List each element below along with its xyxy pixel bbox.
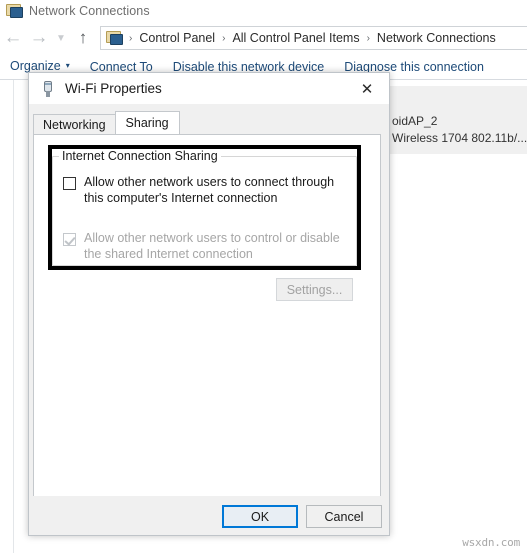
forward-button[interactable]: →: [26, 24, 52, 52]
organize-label: Organize: [10, 58, 61, 73]
internet-connection-sharing-group: Internet Connection Sharing Allow other …: [52, 149, 357, 266]
list-item[interactable]: oidAP_2 Wireless 1704 802.11b/...: [384, 86, 527, 154]
allow-control-checkbox-row: Allow other network users to control or …: [63, 231, 348, 262]
breadcrumb-control-panel[interactable]: Control Panel: [137, 31, 217, 45]
watermark: wsxdn.com: [462, 536, 520, 549]
dialog-title: Wi-Fi Properties: [65, 81, 162, 96]
close-icon[interactable]: ✕: [345, 73, 389, 104]
up-button[interactable]: ↑: [70, 24, 96, 52]
tab-sharing[interactable]: Sharing: [114, 111, 180, 134]
group-legend: Internet Connection Sharing: [59, 149, 221, 163]
connection-adapter: Wireless 1704 802.11b/...: [392, 131, 527, 145]
wifi-properties-dialog: Wi-Fi Properties ✕ Networking Sharing In…: [28, 72, 390, 536]
window-title: Network Connections: [29, 4, 150, 18]
breadcrumb-network-connections[interactable]: Network Connections: [375, 31, 498, 45]
breadcrumb-separator: ›: [366, 32, 370, 44]
breadcrumb-separator: ›: [129, 32, 133, 44]
network-adapter-icon: [40, 80, 56, 98]
navigation-bar: ← → ▼ ↑ › Control Panel › All Control Pa…: [0, 22, 527, 54]
chevron-down-icon: ▾: [65, 60, 70, 70]
dialog-titlebar: Wi-Fi Properties ✕: [29, 73, 389, 104]
allow-control-label: Allow other network users to control or …: [84, 231, 340, 261]
tab-networking[interactable]: Networking: [33, 114, 116, 134]
screen: Network Connections ← → ▼ ↑ › Control Pa…: [0, 0, 527, 553]
connection-icon: [392, 89, 527, 113]
cancel-button[interactable]: Cancel: [306, 505, 382, 528]
tabstrip: Networking Sharing: [33, 111, 180, 134]
breadcrumb-separator: ›: [222, 32, 226, 44]
recent-locations-button[interactable]: ▼: [52, 24, 70, 52]
dialog-footer: OK Cancel: [29, 496, 389, 535]
allow-connect-checkbox[interactable]: [63, 177, 76, 190]
ok-button[interactable]: OK: [222, 505, 298, 528]
tab-page-sharing: Internet Connection Sharing Allow other …: [33, 134, 381, 506]
allow-control-checkbox: [63, 233, 76, 246]
window-titlebar: Network Connections: [0, 0, 527, 22]
allow-connect-checkbox-row[interactable]: Allow other network users to connect thr…: [63, 175, 348, 206]
navigation-pane: [0, 80, 14, 553]
settings-button: Settings...: [276, 278, 353, 301]
back-button[interactable]: ←: [0, 24, 26, 52]
allow-connect-label: Allow other network users to connect thr…: [84, 175, 335, 205]
address-bar[interactable]: › Control Panel › All Control Panel Item…: [100, 26, 527, 50]
breadcrumb-all-control-panel-items[interactable]: All Control Panel Items: [230, 31, 361, 45]
connection-name: oidAP_2: [392, 114, 438, 128]
dialog-body: Networking Sharing Internet Connection S…: [29, 104, 389, 535]
address-bar-icon: [106, 30, 123, 46]
network-connections-icon: [6, 3, 23, 19]
